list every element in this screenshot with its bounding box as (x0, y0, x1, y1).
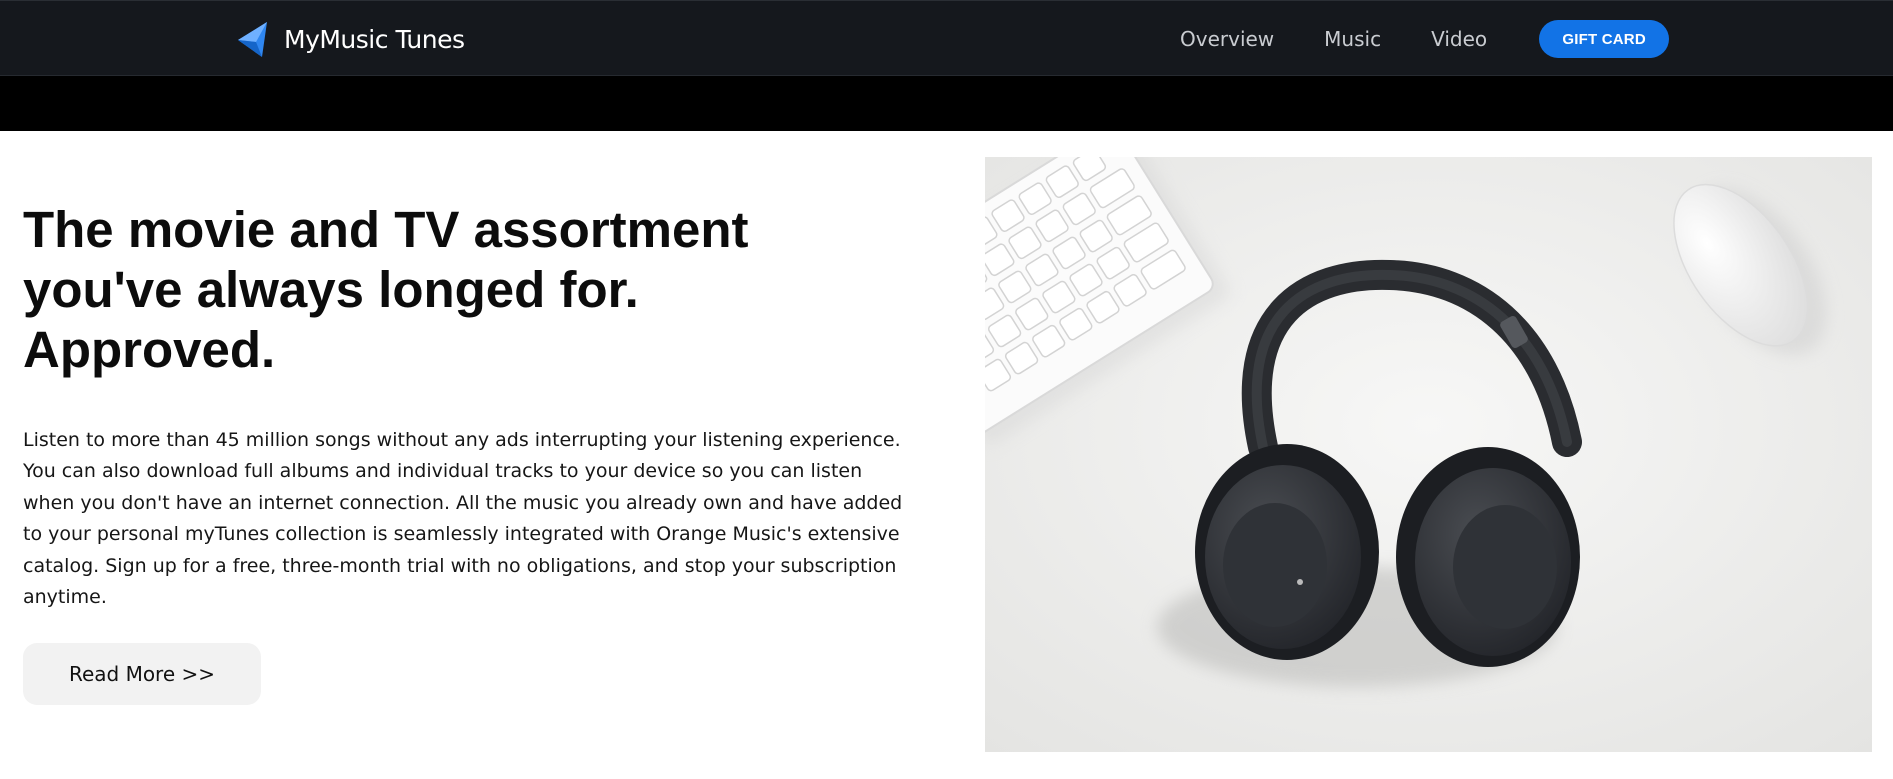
hero-body-line: You can also download full albums and in… (23, 460, 863, 483)
top-navigation-bar: MyMusic Tunes Overview Music Video GIFT … (0, 0, 1893, 76)
read-more-button[interactable]: Read More >> (23, 643, 261, 705)
hero-body-line: anytime. (23, 586, 107, 609)
hero-body-line: to your personal myTunes collection is s… (23, 523, 900, 546)
headphones-photo-illustration (985, 157, 1872, 752)
left-ear-cup (1195, 444, 1379, 660)
hero-image (985, 157, 1872, 752)
brand-name: MyMusic Tunes (284, 24, 465, 54)
hero-body-line: Listen to more than 45 million songs wit… (23, 429, 901, 451)
hero-body-line: when you don't have an internet connecti… (23, 491, 903, 514)
main-nav: Overview Music Video GIFT CARD (1180, 1, 1670, 77)
hero-title: The movie and TV assortment you've alway… (23, 200, 843, 380)
hero-title-line: Approved. (23, 321, 276, 378)
nav-overview[interactable]: Overview (1180, 27, 1274, 51)
triangle-logo-icon (238, 22, 267, 57)
header-band (0, 76, 1893, 131)
hero-body-line: catalog. Sign up for a free, three-month… (23, 554, 897, 577)
right-ear-cup (1396, 447, 1580, 667)
gift-card-button[interactable]: GIFT CARD (1539, 20, 1670, 58)
brand-home-link[interactable]: MyMusic Tunes (234, 20, 465, 58)
hero-title-line: you've always longed for. (23, 261, 639, 318)
nav-video[interactable]: Video (1431, 27, 1487, 51)
hero-description: Listen to more than 45 million songs wit… (23, 425, 903, 613)
hero-title-line: The movie and TV assortment (23, 201, 749, 258)
nav-music[interactable]: Music (1324, 27, 1381, 51)
